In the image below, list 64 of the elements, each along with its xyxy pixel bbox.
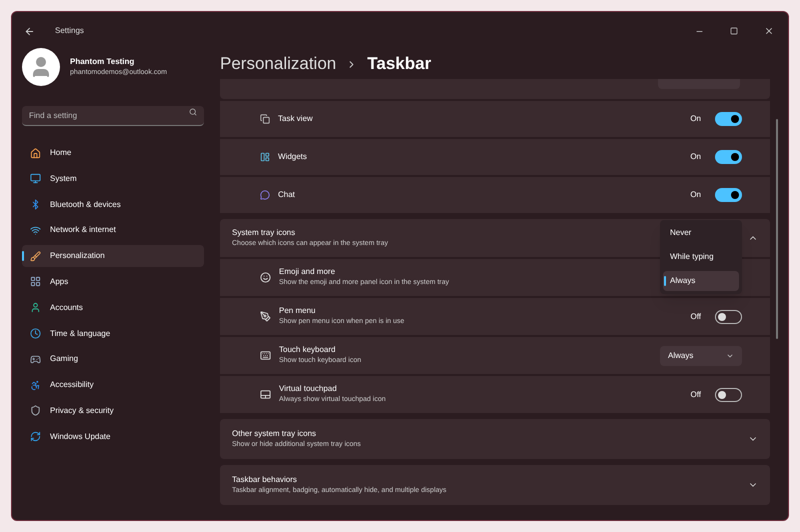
touchpad-icon [260, 389, 271, 400]
chat-bubble-icon [260, 190, 270, 200]
menu-option[interactable]: Always [663, 271, 739, 291]
toggle-state: On [690, 189, 701, 201]
account-name: Phantom Testing [70, 56, 136, 68]
toggle-switch[interactable] [715, 188, 742, 202]
gamepad-icon [30, 354, 41, 365]
section-title: Other system tray icons [232, 428, 318, 440]
widgets-panel-icon [260, 152, 270, 162]
sidebar-item[interactable]: Bluetooth & devices [22, 194, 204, 216]
toggle-state: On [690, 113, 701, 125]
brush-icon [30, 250, 41, 262]
toggle-switch[interactable] [715, 310, 742, 324]
emoji-icon [260, 272, 271, 283]
toggle-state: Off [690, 388, 701, 400]
close-icon[interactable] [764, 26, 774, 36]
accessibility-icon [30, 380, 41, 391]
monitor-icon [30, 173, 41, 184]
refresh-icon [30, 431, 41, 442]
search-field[interactable]: Find a setting [22, 106, 204, 126]
page-title: Taskbar [367, 53, 432, 76]
house-icon [30, 148, 41, 158]
setting-label: Pen menu [279, 305, 316, 318]
windows-stack-icon [260, 114, 270, 124]
section-title: Taskbar behaviors [232, 474, 298, 486]
setting-label: Emoji and more [279, 266, 336, 278]
bluetooth-icon [30, 199, 41, 210]
toggle-switch[interactable] [715, 388, 742, 402]
clock-icon [30, 328, 41, 340]
setting-label: Chat [278, 189, 295, 201]
person-icon [30, 302, 41, 314]
breadcrumb-parent[interactable]: Personalization [220, 51, 336, 77]
sidebar-item[interactable]: Privacy & security [22, 400, 204, 422]
sidebar-item[interactable]: Apps [22, 270, 204, 293]
pen-icon [260, 311, 271, 322]
maximize-icon[interactable] [730, 27, 738, 35]
setting-label: Widgets [278, 151, 307, 163]
sidebar-item[interactable]: Personalization [22, 245, 204, 268]
menu-option[interactable]: Never [663, 223, 739, 243]
setting-label: Task view [278, 113, 313, 125]
sidebar-item[interactable]: Time & language [22, 322, 204, 345]
window-title: Settings [55, 25, 84, 37]
toggle-state: On [690, 151, 701, 163]
sidebar-item[interactable]: Home [22, 142, 204, 164]
section-title: System tray icons [232, 226, 296, 239]
setting-label: Virtual touchpad [279, 383, 338, 396]
toggle-switch[interactable] [715, 112, 742, 126]
apps-grid-icon [30, 276, 41, 288]
sidebar-item[interactable]: Accessibility [22, 374, 204, 396]
sidebar-item[interactable]: Windows Update [22, 426, 204, 448]
wifi-icon [30, 224, 41, 236]
search-icon[interactable] [189, 108, 197, 116]
sidebar-item[interactable]: Accounts [22, 296, 204, 319]
setting-label: Touch keyboard [279, 344, 336, 356]
shield-icon [30, 405, 41, 416]
dropdown[interactable]: Always [660, 346, 742, 366]
sidebar-item[interactable]: Network & internet [22, 219, 204, 242]
scrollbar[interactable] [776, 119, 778, 339]
keyboard-icon [260, 350, 271, 361]
sidebar-item[interactable]: System [22, 168, 204, 190]
toggle-switch[interactable] [715, 150, 742, 164]
toggle-state: Off [690, 310, 701, 322]
sidebar-item[interactable]: Gaming [22, 348, 204, 370]
back-icon[interactable] [24, 26, 35, 36]
